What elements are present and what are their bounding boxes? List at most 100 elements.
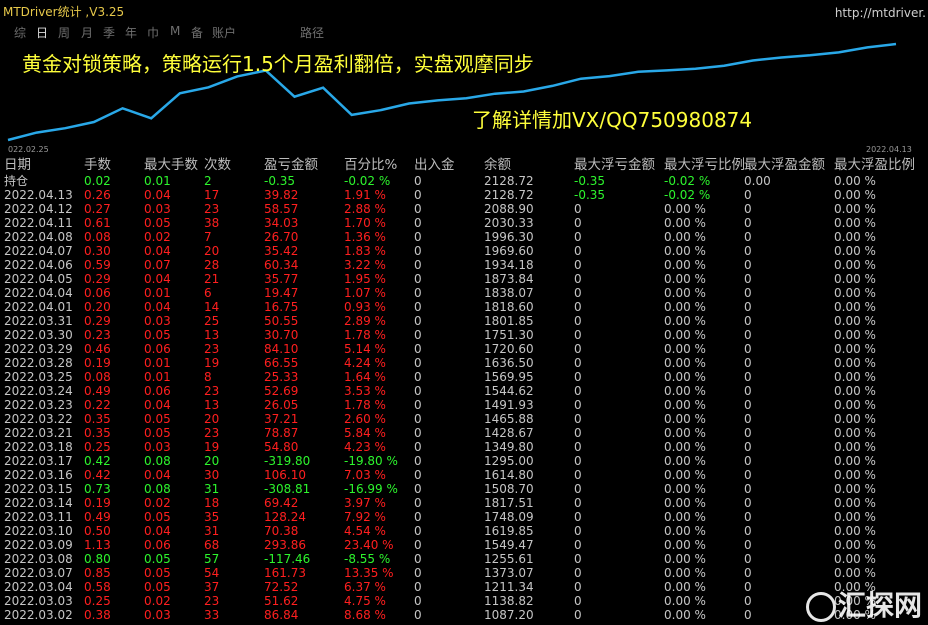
- cell-date: 2022.03.30: [4, 328, 73, 342]
- table-row[interactable]: 2022.03.03 0.25 0.02 23 51.62 4.75 % 0 1138.82 0…: [0, 594, 928, 608]
- cell-max-float-profit-pct: 0.00 %: [834, 566, 876, 580]
- header-percent[interactable]: 百分比%: [344, 157, 397, 174]
- cell-max-float-profit: 0: [744, 342, 752, 356]
- cell-profit: -308.81: [264, 482, 311, 496]
- table-row[interactable]: 2022.04.05 0.29 0.04 21 35.77 1.95 % 0 1873.84 0…: [0, 272, 928, 286]
- table-row[interactable]: 2022.03.04 0.58 0.05 37 72.52 6.37 % 0 1211.34 0…: [0, 580, 928, 594]
- table-row[interactable]: 2022.03.09 1.13 0.06 68 293.86 23.40 % 0 1549.4…: [0, 538, 928, 552]
- cell-max-float-profit-pct: 0.00 %: [834, 328, 876, 342]
- table-row[interactable]: 2022.03.31 0.29 0.03 25 50.55 2.89 % 0 1801.85 0…: [0, 314, 928, 328]
- cell-percent: -0.02 %: [344, 174, 391, 188]
- table-row[interactable]: 2022.03.10 0.50 0.04 31 70.38 4.54 % 0 1619.85 0…: [0, 524, 928, 538]
- cell-profit: -319.80: [264, 454, 311, 468]
- table-row[interactable]: 2022.03.30 0.23 0.05 13 30.70 1.78 % 0 1751.30 0…: [0, 328, 928, 342]
- header-balance[interactable]: 余额: [484, 157, 511, 174]
- cell-max-float-loss-pct: 0.00 %: [664, 594, 706, 608]
- header-profit[interactable]: 盈亏金额: [264, 157, 318, 174]
- cell-deposit: 0: [414, 454, 422, 468]
- table-row[interactable]: 2022.03.28 0.19 0.01 19 66.55 4.24 % 0 1636.50 0…: [0, 356, 928, 370]
- cell-max-float-profit: 0: [744, 314, 752, 328]
- cell-date: 2022.03.10: [4, 524, 73, 538]
- cell-deposit: 0: [414, 230, 422, 244]
- table-row[interactable]: 2022.03.23 0.22 0.04 13 26.05 1.78 % 0 1491.93 0…: [0, 398, 928, 412]
- cell-count: 33: [204, 608, 220, 622]
- cell-profit: 35.42: [264, 244, 299, 258]
- header-max-lots[interactable]: 最大手数: [144, 157, 198, 174]
- table-row[interactable]: 2022.04.01 0.20 0.04 14 16.75 0.93 % 0 1818.60 0…: [0, 300, 928, 314]
- cell-balance: 1969.60: [484, 244, 534, 258]
- cell-max-float-profit-pct: 0.00 %: [834, 258, 876, 272]
- header-max-float-profit[interactable]: 最大浮盈金额: [744, 157, 825, 174]
- cell-count: 31: [204, 482, 220, 496]
- cell-count: 20: [204, 454, 220, 468]
- header-max-float-loss[interactable]: 最大浮亏金额: [574, 157, 655, 174]
- cell-max-lots: 0.01: [144, 370, 171, 384]
- header-count[interactable]: 次数: [204, 157, 231, 174]
- table-row[interactable]: 2022.03.29 0.46 0.06 23 84.10 5.14 % 0 1720.60 0…: [0, 342, 928, 356]
- cell-deposit: 0: [414, 314, 422, 328]
- cell-profit: 54.80: [264, 440, 299, 454]
- table-row[interactable]: 持仓 0.02 0.01 2 -0.35 -0.02 % 0 2128.72 -0.35 -0.0…: [0, 174, 928, 188]
- cell-date: 2022.04.13: [4, 188, 73, 202]
- table-row[interactable]: 2022.03.17 0.42 0.08 20 -319.80 -19.80 % 0 1295…: [0, 454, 928, 468]
- cell-lots: 0.26: [84, 188, 111, 202]
- header-max-float-profit-pct[interactable]: 最大浮盈比例: [834, 157, 915, 174]
- table-row[interactable]: 2022.03.07 0.85 0.05 54 161.73 13.35 % 0 1373.0…: [0, 566, 928, 580]
- cell-lots: 0.59: [84, 258, 111, 272]
- cell-max-float-profit: 0.00: [744, 174, 771, 188]
- table-row[interactable]: 2022.03.15 0.73 0.08 31 -308.81 -16.99 % 0 1508…: [0, 482, 928, 496]
- title-bar: MTDriver统计 ,V3.25 http://mtdriver.: [0, 0, 928, 22]
- table-row[interactable]: 2022.03.21 0.35 0.05 23 78.87 5.84 % 0 1428.67 0…: [0, 426, 928, 440]
- table-row[interactable]: 2022.04.11 0.61 0.05 38 34.03 1.70 % 0 2030.33 0…: [0, 216, 928, 230]
- cell-max-lots: 0.04: [144, 300, 171, 314]
- cell-balance: 1934.18: [484, 258, 534, 272]
- cell-lots: 0.58: [84, 580, 111, 594]
- table-row[interactable]: 2022.04.04 0.06 0.01 6 19.47 1.07 % 0 1838.07 0 0…: [0, 286, 928, 300]
- cell-max-float-profit: 0: [744, 496, 752, 510]
- table-row[interactable]: 2022.03.25 0.08 0.01 8 25.33 1.64 % 0 1569.95 0 0…: [0, 370, 928, 384]
- table-row[interactable]: 2022.03.16 0.42 0.04 30 106.10 7.03 % 0 1614.80…: [0, 468, 928, 482]
- table-row[interactable]: 2022.04.06 0.59 0.07 28 60.34 3.22 % 0 1934.18 0…: [0, 258, 928, 272]
- cell-max-float-loss: 0: [574, 608, 582, 622]
- app-url-link[interactable]: http://mtdriver.: [835, 6, 926, 20]
- cell-max-lots: 0.06: [144, 538, 171, 552]
- table-row[interactable]: 2022.03.02 0.38 0.03 33 86.84 8.68 % 0 1087.20 0…: [0, 608, 928, 622]
- table-row[interactable]: 2022.03.24 0.49 0.06 23 52.69 3.53 % 0 1544.62 0…: [0, 384, 928, 398]
- cell-balance: 1138.82: [484, 594, 534, 608]
- cell-max-lots: 0.04: [144, 468, 171, 482]
- table-row[interactable]: 2022.03.14 0.19 0.02 18 69.42 3.97 % 0 1817.51 0…: [0, 496, 928, 510]
- cell-max-float-loss: 0: [574, 272, 582, 286]
- cell-count: 25: [204, 314, 220, 328]
- cell-profit: -117.46: [264, 552, 311, 566]
- table-row[interactable]: 2022.04.08 0.08 0.02 7 26.70 1.36 % 0 1996.30 0 0…: [0, 230, 928, 244]
- cell-max-float-profit-pct: 0.00 %: [834, 468, 876, 482]
- table-row[interactable]: 2022.03.11 0.49 0.05 35 128.24 7.92 % 0 1748.09…: [0, 510, 928, 524]
- watermark-icon: [806, 592, 836, 622]
- cell-lots: 0.02: [84, 174, 111, 188]
- header-lots[interactable]: 手数: [84, 157, 111, 174]
- cell-date: 2022.03.29: [4, 342, 73, 356]
- header-date[interactable]: 日期: [4, 157, 31, 174]
- table-row[interactable]: 2022.03.22 0.35 0.05 20 37.21 2.60 % 0 1465.88 0…: [0, 412, 928, 426]
- cell-max-lots: 0.04: [144, 188, 171, 202]
- cell-profit: 128.24: [264, 510, 306, 524]
- cell-max-float-loss: 0: [574, 426, 582, 440]
- cell-max-float-loss-pct: 0.00 %: [664, 440, 706, 454]
- cell-max-float-profit: 0: [744, 258, 752, 272]
- table-row[interactable]: 2022.03.08 0.80 0.05 57 -117.46 -8.55 % 0 1255.…: [0, 552, 928, 566]
- chart-headline: 黄金对锁策略，策略运行1.5个月盈利翻倍，实盘观摩同步: [22, 52, 534, 76]
- header-max-float-loss-pct[interactable]: 最大浮亏比例: [664, 157, 745, 174]
- cell-balance: 2128.72: [484, 174, 534, 188]
- cell-balance: 1373.07: [484, 566, 534, 580]
- table-row[interactable]: 2022.04.13 0.26 0.04 17 39.82 1.91 % 0 2128.72 -…: [0, 188, 928, 202]
- header-deposit[interactable]: 出入金: [414, 157, 455, 174]
- cell-max-float-profit: 0: [744, 398, 752, 412]
- cell-percent: 1.95 %: [344, 272, 386, 286]
- table-row[interactable]: 2022.04.07 0.30 0.04 20 35.42 1.83 % 0 1969.60 0…: [0, 244, 928, 258]
- cell-max-float-profit: 0: [744, 356, 752, 370]
- cell-count: 2: [204, 174, 212, 188]
- table-row[interactable]: 2022.04.12 0.27 0.03 23 58.57 2.88 % 0 2088.90 0…: [0, 202, 928, 216]
- cell-max-float-loss: 0: [574, 370, 582, 384]
- cell-balance: 1636.50: [484, 356, 534, 370]
- table-row[interactable]: 2022.03.18 0.25 0.03 19 54.80 4.23 % 0 1349.80 0…: [0, 440, 928, 454]
